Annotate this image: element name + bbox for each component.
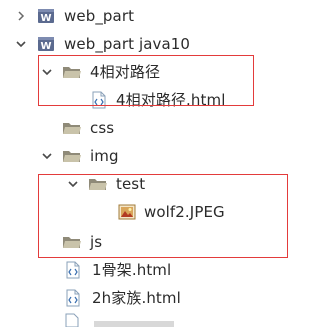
svg-text:W: W	[40, 41, 51, 52]
folder-open-icon	[88, 175, 108, 193]
html-file-icon	[64, 261, 82, 279]
tree-item-label: img	[90, 147, 119, 165]
tree-item-file-wolf2-jpeg[interactable]: wolf2.JPEG	[118, 198, 225, 226]
html-file-icon	[90, 91, 108, 109]
project-explorer-tree: W web_part W web_part java10 4相对路径 4相对路径…	[0, 0, 336, 327]
tree-item-label: web_part java10	[64, 35, 191, 53]
tree-item-label: web_part	[64, 7, 135, 25]
tree-item-web-part-java10[interactable]: W web_part java10	[14, 30, 190, 58]
tree-item-folder-img[interactable]: img	[40, 142, 119, 170]
tree-item-file-1gujia-html[interactable]: 1骨架.html	[64, 256, 171, 284]
svg-text:W: W	[40, 13, 51, 24]
folder-open-icon	[62, 119, 82, 137]
chevron-down-icon[interactable]	[40, 65, 54, 79]
tree-item-folder-js[interactable]: js	[62, 228, 102, 256]
tree-item-folder-4xiangduilujing[interactable]: 4相对路径	[40, 58, 160, 86]
chevron-down-icon[interactable]	[40, 149, 54, 163]
tree-item-file-4xiangduilujing-html[interactable]: 4相对路径.html	[90, 86, 225, 114]
tree-item-folder-css[interactable]: css	[62, 114, 114, 142]
java-project-icon: W	[36, 7, 56, 25]
tree-item-label: js	[90, 233, 103, 251]
tree-item-folder-test[interactable]: test	[66, 170, 145, 198]
tree-item-label: test	[116, 175, 146, 193]
clipped-tree-item	[64, 313, 184, 327]
chevron-down-icon[interactable]	[14, 37, 28, 51]
tree-item-file-2hjiazu-html[interactable]: 2h家族.html	[64, 284, 181, 312]
folder-open-icon	[62, 147, 82, 165]
tree-item-label: 4相对路径.html	[116, 91, 226, 109]
chevron-right-icon[interactable]	[14, 9, 28, 23]
image-file-icon	[118, 203, 136, 221]
tree-item-web-part[interactable]: W web_part	[14, 2, 134, 30]
tree-item-label: 1骨架.html	[92, 261, 172, 279]
html-file-icon	[64, 289, 82, 307]
java-project-icon: W	[36, 35, 56, 53]
folder-open-icon	[62, 233, 82, 251]
tree-item-label: css	[90, 119, 115, 137]
tree-item-label: wolf2.JPEG	[144, 203, 225, 221]
chevron-down-icon[interactable]	[66, 177, 80, 191]
folder-open-icon	[62, 63, 82, 81]
tree-item-label: 2h家族.html	[92, 289, 181, 307]
tree-item-label: 4相对路径	[90, 63, 161, 81]
